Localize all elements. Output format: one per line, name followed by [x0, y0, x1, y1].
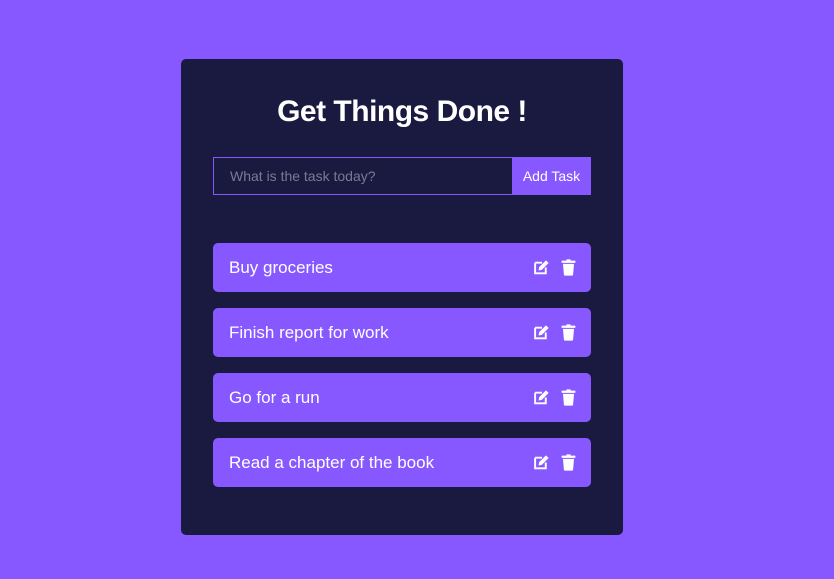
todo-form: Add Task — [213, 157, 591, 195]
todo-text[interactable]: Go for a run — [229, 388, 320, 408]
todo-item[interactable]: Go for a run — [213, 373, 591, 422]
todo-text[interactable]: Buy groceries — [229, 258, 333, 278]
trash-icon[interactable] — [560, 259, 577, 276]
task-input[interactable] — [213, 157, 512, 195]
todo-actions — [533, 324, 577, 341]
edit-icon[interactable] — [533, 324, 550, 341]
edit-icon[interactable] — [533, 389, 550, 406]
todo-actions — [533, 454, 577, 471]
todo-text[interactable]: Finish report for work — [229, 323, 389, 343]
todo-list: Buy groceries Finish report for work Go … — [213, 243, 591, 487]
trash-icon[interactable] — [560, 389, 577, 406]
todo-actions — [533, 259, 577, 276]
todo-card: Get Things Done ! Add Task Buy groceries… — [181, 59, 623, 535]
todo-text[interactable]: Read a chapter of the book — [229, 453, 434, 473]
todo-item[interactable]: Read a chapter of the book — [213, 438, 591, 487]
trash-icon[interactable] — [560, 454, 577, 471]
todo-item[interactable]: Buy groceries — [213, 243, 591, 292]
edit-icon[interactable] — [533, 454, 550, 471]
todo-actions — [533, 389, 577, 406]
edit-icon[interactable] — [533, 259, 550, 276]
todo-item[interactable]: Finish report for work — [213, 308, 591, 357]
add-task-button[interactable]: Add Task — [512, 157, 591, 195]
page-title: Get Things Done ! — [277, 95, 527, 128]
trash-icon[interactable] — [560, 324, 577, 341]
